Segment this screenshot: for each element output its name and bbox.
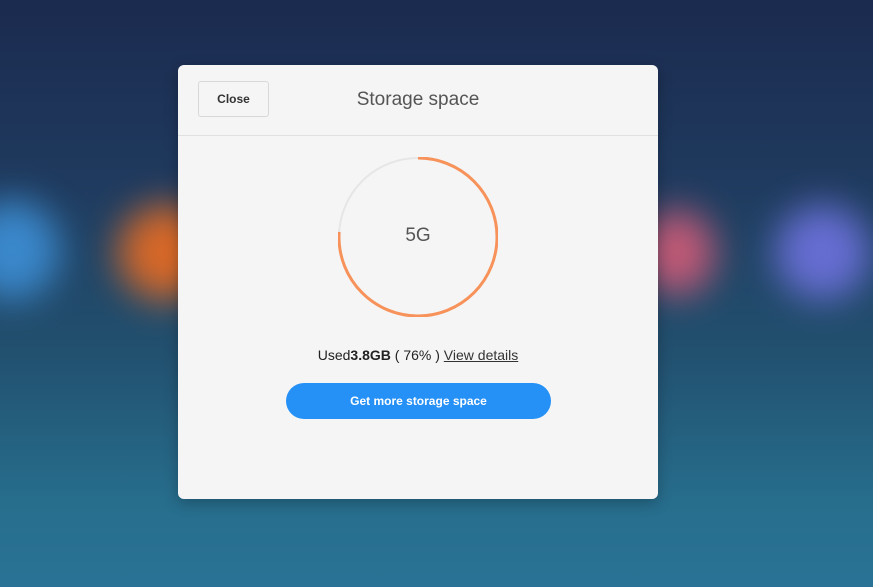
view-details-link[interactable]: View details bbox=[444, 347, 518, 363]
used-amount: 3.8GB bbox=[350, 347, 391, 363]
dialog-header: Close Storage space bbox=[178, 65, 658, 136]
used-percent: ( 76% ) bbox=[394, 347, 440, 363]
dialog-title: Storage space bbox=[356, 89, 480, 110]
capacity-label: 5G bbox=[405, 225, 431, 246]
usage-summary: Used3.8GB ( 76% ) View details bbox=[178, 347, 658, 363]
get-more-storage-button[interactable]: Get more storage space bbox=[286, 383, 551, 419]
background-blur-violet bbox=[775, 205, 870, 300]
storage-dialog: Close Storage space 5G Used3.8GB ( 76% )… bbox=[178, 65, 658, 499]
storage-usage-ring: 5G bbox=[338, 157, 498, 317]
background-blur-blue bbox=[0, 200, 60, 300]
used-prefix: Used bbox=[317, 347, 351, 363]
